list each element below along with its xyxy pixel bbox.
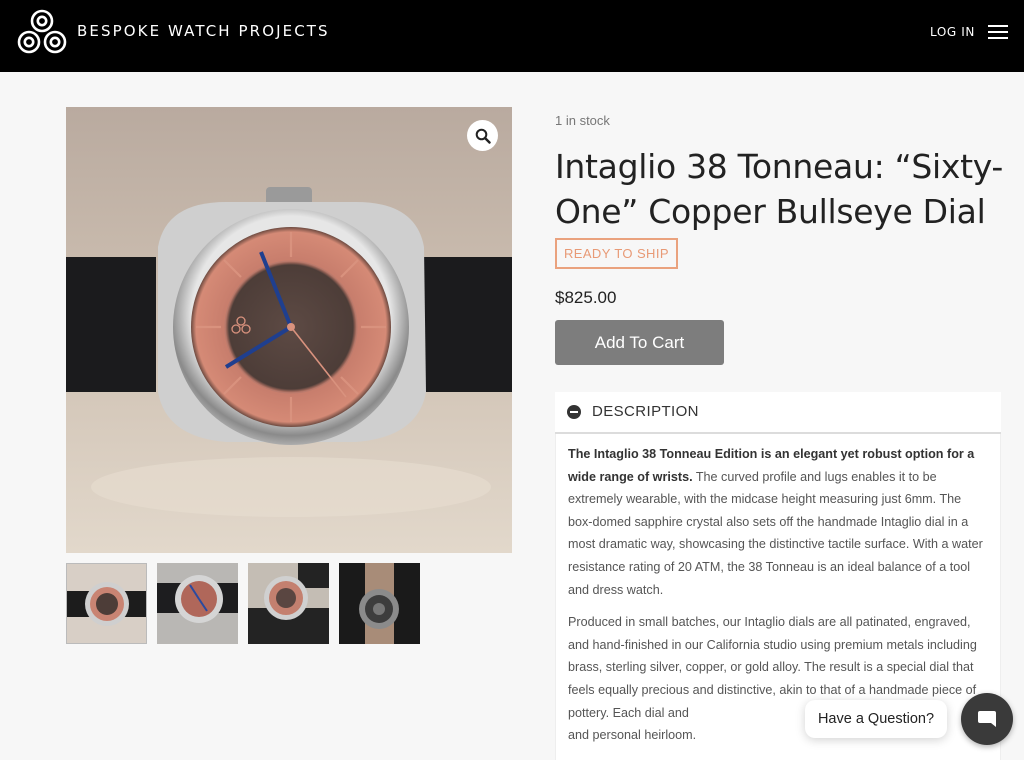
description-heading: DESCRIPTION xyxy=(592,403,699,420)
thumbnail-watch-front-copper[interactable] xyxy=(66,563,147,644)
thumbnail-watch-angle-copper[interactable] xyxy=(248,563,329,644)
description-accordion-header[interactable]: DESCRIPTION xyxy=(555,392,1001,434)
hamburger-menu-icon[interactable] xyxy=(988,25,1008,39)
thumbnail-watch-side-blue[interactable] xyxy=(157,563,238,644)
site-header: BESPOKE WATCH PROJECTS LOG IN xyxy=(0,0,1024,72)
thumbnail-watch-caseback[interactable] xyxy=(339,563,420,644)
product-main-image[interactable] xyxy=(66,107,512,553)
stock-status: 1 in stock xyxy=(555,113,610,128)
brand-name[interactable]: BESPOKE WATCH PROJECTS xyxy=(77,22,330,40)
chat-prompt-bubble[interactable]: Have a Question? xyxy=(805,700,947,738)
product-price: $825.00 xyxy=(555,288,617,307)
description-paragraph-1-text: The curved profile and lugs enables it t… xyxy=(568,469,983,597)
description-paragraph-1: The Intaglio 38 Tonneau Edition is an el… xyxy=(568,443,988,601)
magnifier-icon[interactable] xyxy=(467,120,498,151)
chat-bubble-icon[interactable] xyxy=(961,693,1013,745)
login-link[interactable]: LOG IN xyxy=(930,25,975,39)
ready-to-ship-badge: READY TO SHIP xyxy=(555,238,678,269)
product-title: Intaglio 38 Tonneau: “Sixty-One” Copper … xyxy=(555,147,1004,231)
triple-circle-logo-icon[interactable] xyxy=(17,9,67,55)
description-paragraph-3-text: and personal heirloom. xyxy=(568,728,697,743)
collapse-minus-icon xyxy=(567,405,581,419)
add-to-cart-button[interactable]: Add To Cart xyxy=(555,320,724,365)
